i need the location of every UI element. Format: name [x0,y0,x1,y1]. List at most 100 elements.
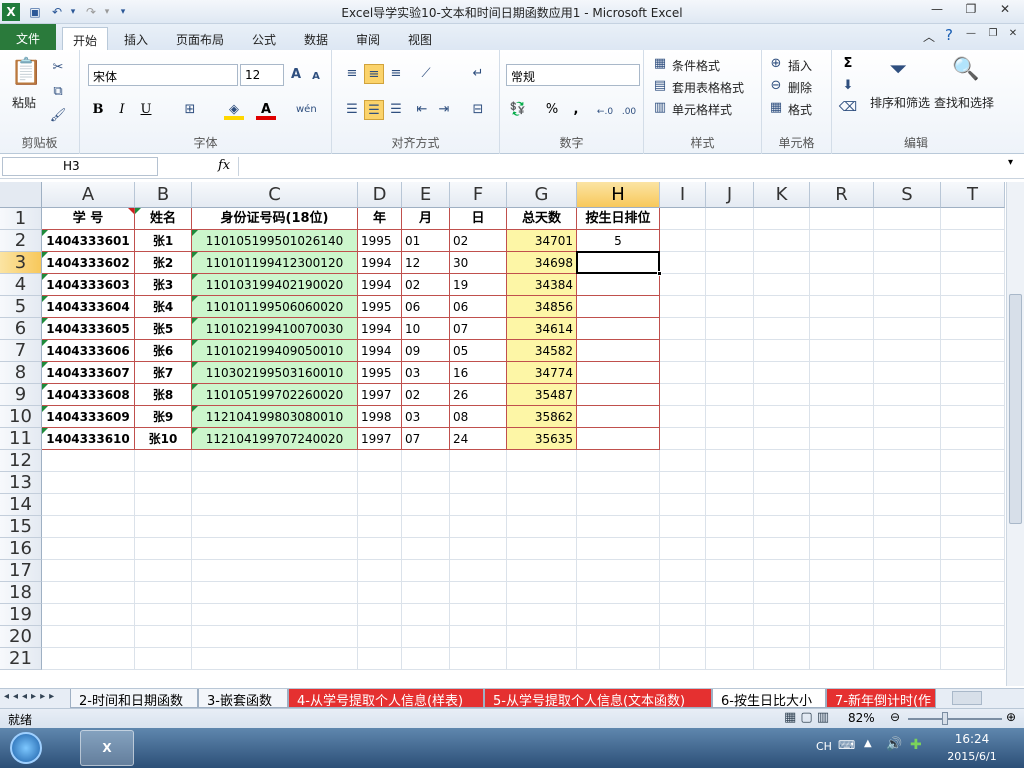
cell-C20[interactable] [192,626,358,648]
row-header[interactable]: 9 [0,384,42,406]
cell-T19[interactable] [941,604,1005,626]
align-top-icon[interactable]: ≡ [342,64,362,84]
cell-S10[interactable] [874,406,941,428]
cell-B12[interactable] [135,450,192,472]
autosum-button[interactable]: Σ [838,54,858,74]
cell-J20[interactable] [706,626,754,648]
cell-R3[interactable] [810,252,874,274]
cell-R9[interactable] [810,384,874,406]
cell-S16[interactable] [874,538,941,560]
vertical-scrollbar[interactable] [1006,182,1024,686]
cell-A12[interactable] [42,450,135,472]
cell-T5[interactable] [941,296,1005,318]
spreadsheet-grid[interactable]: ABCDEFGHIJKRST 1学 号姓名 身份证号码(18位) 年月日总天数 按生日排… [0,182,1006,686]
paste-icon[interactable]: 📋 [10,56,42,88]
cell-H12[interactable] [577,450,660,472]
grow-font-icon[interactable]: A [286,65,306,85]
cell-C1[interactable]: 身份证号码(18位) [192,208,358,230]
cell-H20[interactable] [577,626,660,648]
cell-B13[interactable] [135,472,192,494]
cell-J11[interactable] [706,428,754,450]
cell-T1[interactable] [941,208,1005,230]
cell-D10[interactable]: 1998 [358,406,402,428]
cell-E6[interactable]: 10 [402,318,450,340]
cell-T2[interactable] [941,230,1005,252]
fill-icon[interactable]: ⬇ [838,76,858,96]
cell-G9[interactable]: 35487 [507,384,577,406]
cell-T4[interactable] [941,274,1005,296]
column-header[interactable]: F [450,182,507,208]
cell-F18[interactable] [450,582,507,604]
cell-I18[interactable] [660,582,706,604]
cell-I14[interactable] [660,494,706,516]
cell-S9[interactable] [874,384,941,406]
tab-data[interactable]: 数据 [294,27,338,50]
cell-G18[interactable] [507,582,577,604]
row-header[interactable]: 2 [0,230,42,252]
increase-indent-icon[interactable]: ⇥ [434,100,454,120]
cell-E7[interactable]: 09 [402,340,450,362]
cell-K6[interactable] [754,318,810,340]
cell-A14[interactable] [42,494,135,516]
font-color-icon[interactable]: A [256,100,276,120]
tab-file[interactable]: 文件 [0,24,56,50]
delete-cells-icon[interactable]: ⊖ [766,76,786,96]
cell-F16[interactable] [450,538,507,560]
cell-G19[interactable] [507,604,577,626]
cell-C5[interactable]: 110101199506060020 [192,296,358,318]
cell-T11[interactable] [941,428,1005,450]
cell-A9[interactable]: 1404333608 [42,384,135,406]
cell-B15[interactable] [135,516,192,538]
cell-R16[interactable] [810,538,874,560]
tab-page-layout[interactable]: 页面布局 [166,27,234,50]
bold-button[interactable]: B [88,100,108,120]
cell-C4[interactable]: 110103199402190020 [192,274,358,296]
cell-F20[interactable] [450,626,507,648]
cell-F19[interactable] [450,604,507,626]
cell-S17[interactable] [874,560,941,582]
accounting-format-icon[interactable]: 💱 [508,100,528,120]
cell-J7[interactable] [706,340,754,362]
cell-D12[interactable] [358,450,402,472]
cell-F5[interactable]: 06 [450,296,507,318]
cell-T20[interactable] [941,626,1005,648]
tab-home[interactable]: 开始 [62,27,109,51]
row-header[interactable]: 11 [0,428,42,450]
cell-G20[interactable] [507,626,577,648]
cell-K15[interactable] [754,516,810,538]
cell-T17[interactable] [941,560,1005,582]
cell-F14[interactable] [450,494,507,516]
format-as-table-icon[interactable]: ▤ [650,76,670,96]
cell-I6[interactable] [660,318,706,340]
row-header[interactable]: 15 [0,516,42,538]
cell-T16[interactable] [941,538,1005,560]
cell-S11[interactable] [874,428,941,450]
name-box[interactable]: H3 [2,157,158,176]
row-header[interactable]: 14 [0,494,42,516]
cell-K9[interactable] [754,384,810,406]
volume-icon[interactable]: 🔊 [886,737,902,752]
fill-handle[interactable] [657,271,662,276]
cell-E16[interactable] [402,538,450,560]
cell-G14[interactable] [507,494,577,516]
row-header[interactable]: 21 [0,648,42,670]
cell-D19[interactable] [358,604,402,626]
language-indicator[interactable]: CH [816,740,832,753]
sheet-tab[interactable]: 7-新年倒计时(作 [826,689,936,708]
cell-R21[interactable] [810,648,874,670]
cell-B6[interactable]: 张5 [135,318,192,340]
cell-F17[interactable] [450,560,507,582]
minimize-icon[interactable]: — [924,2,950,20]
column-header[interactable]: I [660,182,706,208]
cell-S12[interactable] [874,450,941,472]
cell-I9[interactable] [660,384,706,406]
cell-E3[interactable]: 12 [402,252,450,274]
cell-F21[interactable] [450,648,507,670]
cell-B2[interactable]: 张1 [135,230,192,252]
phonetic-icon[interactable]: wén [296,100,317,120]
cell-D4[interactable]: 1994 [358,274,402,296]
cell-H14[interactable] [577,494,660,516]
cell-T15[interactable] [941,516,1005,538]
cell-I20[interactable] [660,626,706,648]
cell-A19[interactable] [42,604,135,626]
